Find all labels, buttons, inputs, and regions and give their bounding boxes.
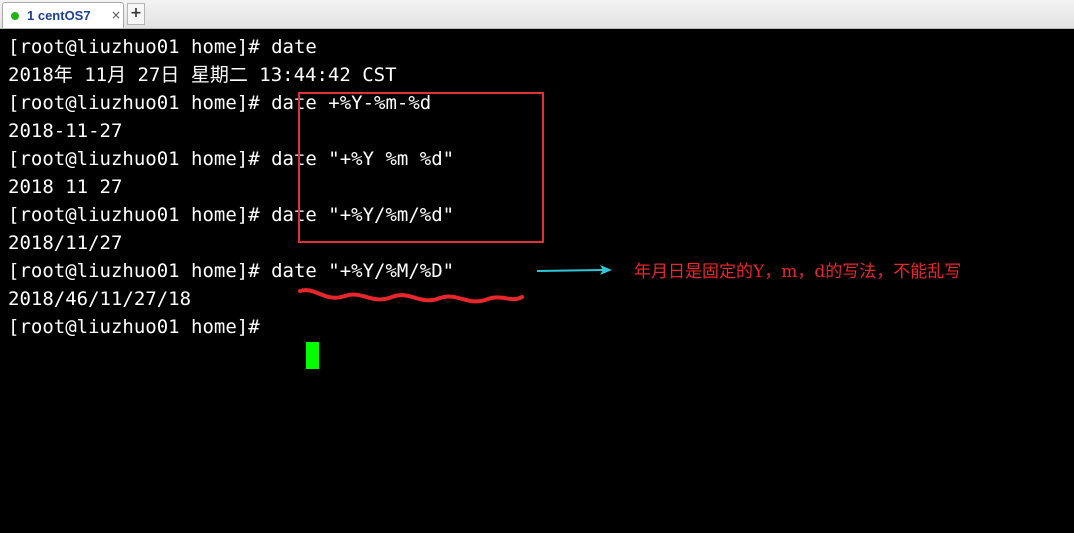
- close-icon[interactable]: ×: [111, 7, 121, 23]
- terminal-line: [root@liuzhuo01 home]# date: [8, 36, 317, 58]
- annotation-note: 年月日是固定的Y，m，d的写法，不能乱写: [634, 262, 962, 282]
- terminal-line: 2018 11 27: [8, 176, 123, 198]
- terminal-line: [root@liuzhuo01 home]# date "+%Y/%M/%D": [8, 260, 455, 282]
- tab-label: 1 centOS7: [27, 8, 91, 23]
- new-tab-button[interactable]: +: [127, 3, 145, 25]
- terminal-app: 1 centOS7 × + [root@liuzhuo01 home]# dat…: [0, 0, 1074, 533]
- terminal-line: 2018/46/11/27/18: [8, 288, 192, 310]
- connection-status-icon: [11, 12, 19, 20]
- tab-bar: 1 centOS7 × +: [0, 0, 1074, 29]
- terminal-prompt-line: [root@liuzhuo01 home]#: [8, 316, 272, 338]
- tab-centos7[interactable]: 1 centOS7 ×: [2, 2, 124, 28]
- highlight-box: [298, 92, 544, 243]
- terminal-line: 2018-11-27: [8, 120, 123, 142]
- terminal-line: 2018年 11月 27日 星期二 13:44:42 CST: [8, 64, 397, 86]
- text-cursor: [306, 342, 319, 369]
- terminal-line: 2018/11/27: [8, 232, 123, 254]
